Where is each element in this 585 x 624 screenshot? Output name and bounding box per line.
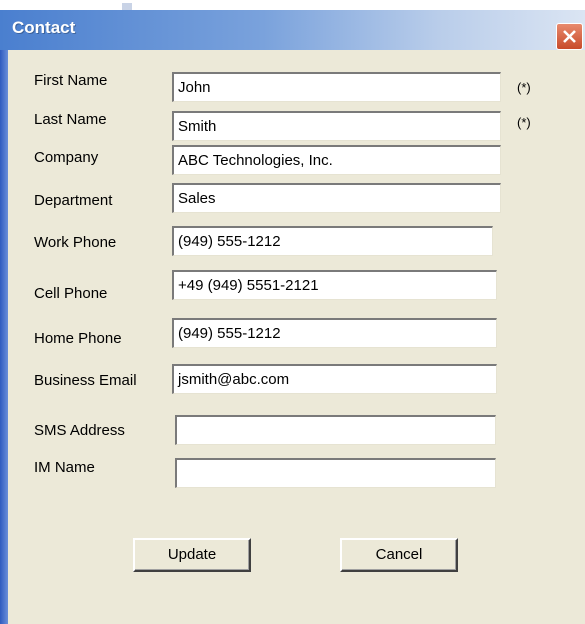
title-bar[interactable]: Contact xyxy=(0,10,585,50)
home-phone-field[interactable]: (949) 555-1212 xyxy=(172,318,497,348)
close-icon xyxy=(563,30,576,43)
company-field[interactable]: ABC Technologies, Inc. xyxy=(172,145,501,175)
window-title: Contact xyxy=(12,18,76,37)
contact-dialog: Contact First Name John (*) Last Name Sm… xyxy=(0,0,585,624)
close-button[interactable] xyxy=(556,23,583,50)
first-name-field[interactable]: John xyxy=(172,72,501,102)
im-name-field[interactable] xyxy=(175,458,496,488)
im-name-label: IM Name xyxy=(34,459,95,476)
first-name-required-marker: (*) xyxy=(517,80,531,95)
first-name-label: First Name xyxy=(34,72,108,89)
department-label: Department xyxy=(34,192,113,209)
cell-phone-field[interactable]: +49 (949) 5551-2121 xyxy=(172,270,497,300)
cancel-button[interactable]: Cancel xyxy=(340,538,458,572)
last-name-label: Last Name xyxy=(34,111,107,128)
company-label: Company xyxy=(34,149,99,166)
business-email-field[interactable]: jsmith@abc.com xyxy=(172,364,497,394)
work-phone-label: Work Phone xyxy=(34,234,117,251)
last-name-required-marker: (*) xyxy=(517,115,531,130)
sms-address-field[interactable] xyxy=(175,415,496,445)
work-phone-field[interactable]: (949) 555-1212 xyxy=(172,226,493,256)
home-phone-label: Home Phone xyxy=(34,330,122,347)
background-fragment xyxy=(122,0,132,13)
sms-address-label: SMS Address xyxy=(34,422,125,439)
cell-phone-label: Cell Phone xyxy=(34,285,108,302)
business-email-label: Business Email xyxy=(34,372,137,389)
department-field[interactable]: Sales xyxy=(172,183,501,213)
last-name-field[interactable]: Smith xyxy=(172,111,501,141)
window-frame-left xyxy=(0,50,8,624)
update-button[interactable]: Update xyxy=(133,538,251,572)
